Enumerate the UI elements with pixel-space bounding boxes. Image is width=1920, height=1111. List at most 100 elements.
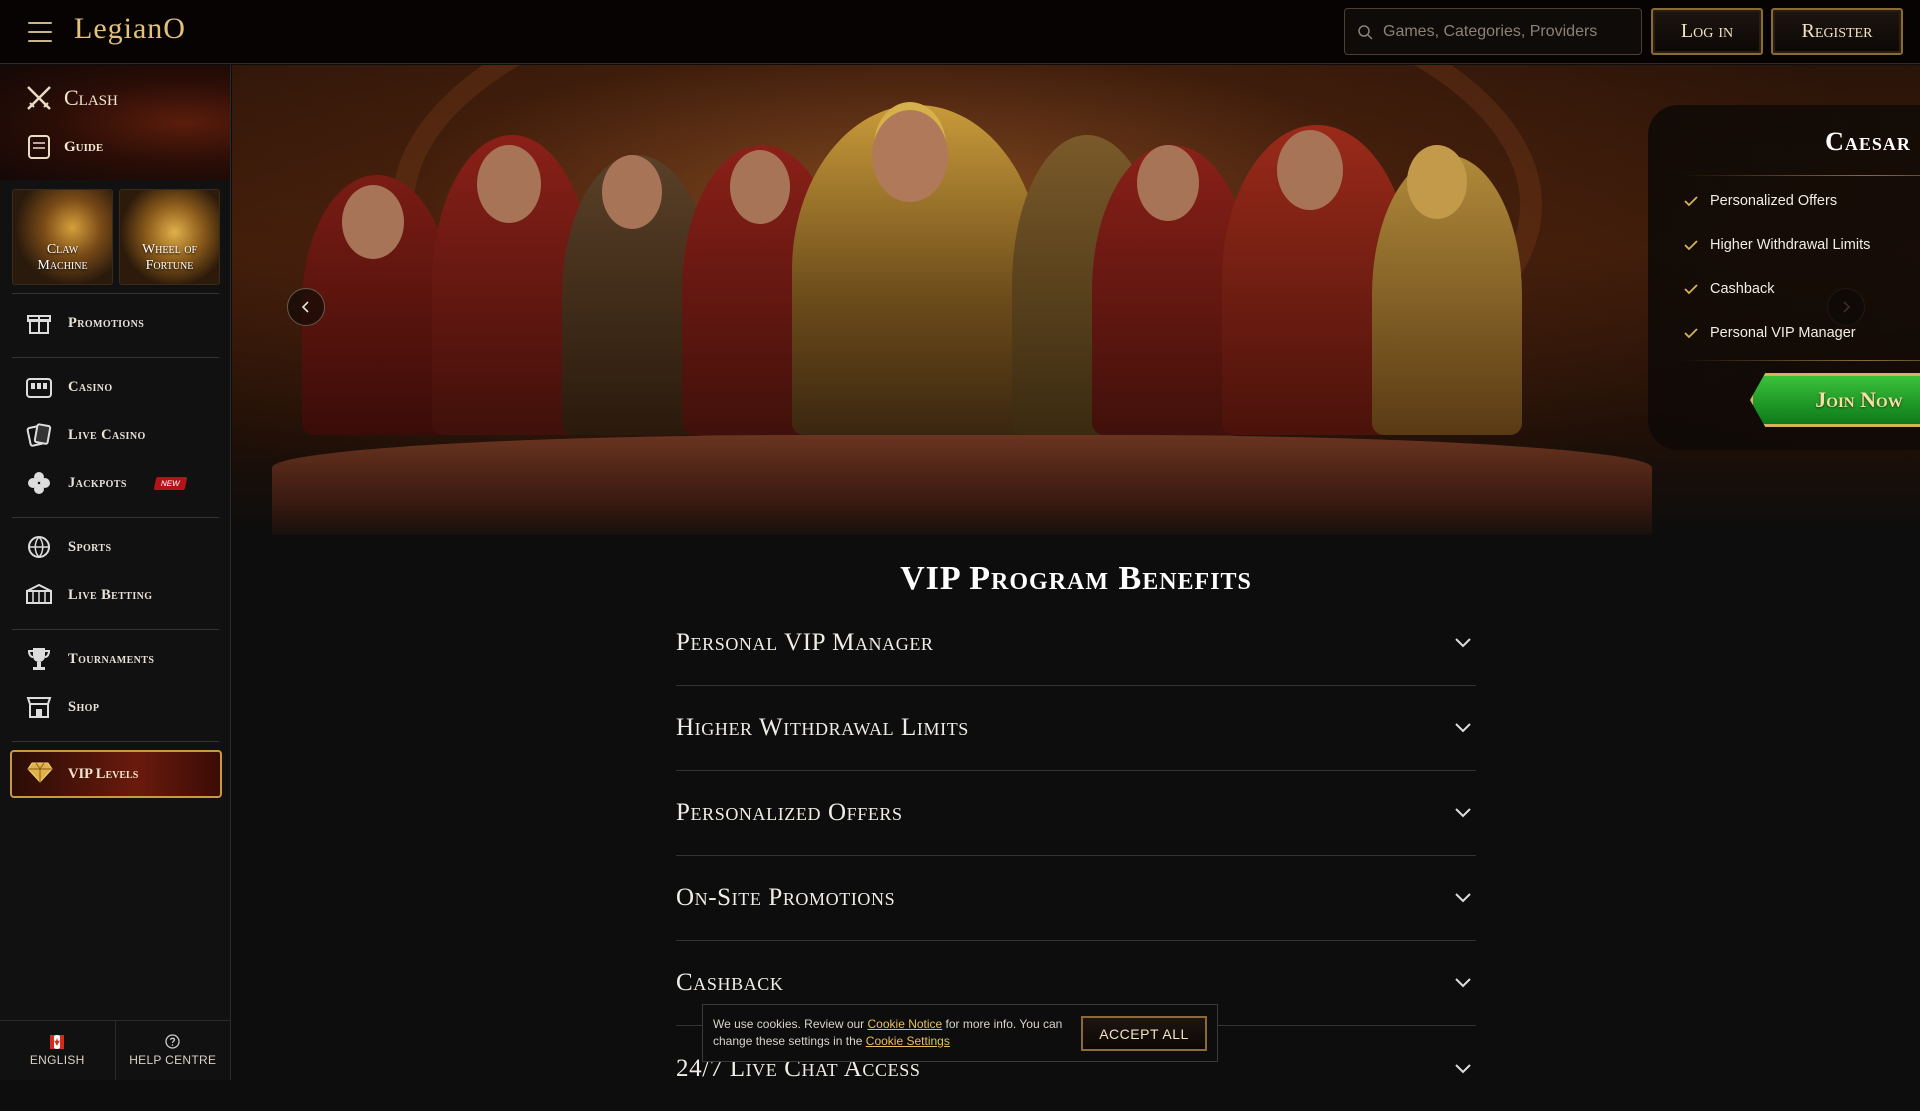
- sidebar-item-label: Tournaments: [68, 650, 155, 667]
- claw-machine-label: Claw Machine: [37, 241, 88, 273]
- cookie-settings-link[interactable]: Cookie Settings: [866, 1034, 950, 1048]
- login-button[interactable]: Log in: [1651, 8, 1763, 55]
- sidebar-item-label: Jackpots: [68, 474, 127, 491]
- sidebar-item-label: Casino: [68, 378, 113, 395]
- help-icon: [165, 1034, 180, 1049]
- accordion-item[interactable]: Higher Withdrawal Limits: [676, 686, 1476, 771]
- divider: [12, 517, 219, 518]
- ornament-divider: [1680, 360, 1920, 361]
- clash-label: Clash: [64, 85, 118, 110]
- help-label: HELP CENTRE: [129, 1053, 217, 1067]
- divider: [12, 357, 219, 358]
- guide-label: Guide: [64, 138, 104, 155]
- hero-banner: Caesar Personalized Offers Higher Withdr…: [232, 65, 1920, 535]
- new-badge: NEW: [153, 476, 187, 490]
- register-button[interactable]: Register: [1771, 8, 1903, 55]
- sidebar-item-shop[interactable]: Shop: [24, 687, 214, 727]
- accordion-label: Higher Withdrawal Limits: [676, 714, 969, 741]
- site-logo[interactable]: LegianO: [74, 12, 186, 46]
- help-centre-button[interactable]: HELP CENTRE: [114, 1021, 231, 1080]
- chevron-down-icon: [1455, 978, 1471, 988]
- scroll-icon: [28, 135, 50, 159]
- perk-item: Cashback: [1684, 281, 1774, 297]
- shop-icon: [24, 692, 54, 722]
- sidebar-item-sports[interactable]: Sports: [24, 527, 214, 567]
- vip-level-panel: Caesar Personalized Offers Higher Withdr…: [1648, 105, 1920, 450]
- cards-icon: [24, 420, 54, 450]
- search-box[interactable]: [1344, 8, 1642, 55]
- perk-label: Personalized Offers: [1710, 193, 1838, 209]
- divider: [12, 293, 219, 294]
- accordion-label: On-Site Promotions: [676, 884, 896, 911]
- chevron-left-icon: [301, 301, 309, 313]
- join-now-button[interactable]: Join Now: [1750, 373, 1920, 427]
- slot-machine-icon: [24, 372, 54, 402]
- feature-tiles: Claw Machine Wheel of Fortune: [12, 189, 220, 285]
- perk-item: Personal VIP Manager: [1684, 325, 1856, 341]
- sidebar-item-label: Shop: [68, 698, 100, 715]
- sidebar-item-jackpots[interactable]: Jackpots NEW: [24, 463, 214, 503]
- hero-map-table: [272, 435, 1652, 535]
- clash-link[interactable]: Clash: [24, 83, 118, 113]
- accordion-item[interactable]: Personal VIP Manager: [676, 601, 1476, 686]
- crossed-swords-icon: [27, 86, 51, 110]
- benefits-title: VIP Program Benefits: [900, 560, 1252, 597]
- sidebar-item-live-betting[interactable]: Live Betting: [24, 575, 214, 615]
- search-icon: [1358, 24, 1373, 40]
- claw-machine-tile[interactable]: Claw Machine: [12, 189, 113, 285]
- wheel-of-fortune-label: Wheel of Fortune: [141, 241, 198, 273]
- accordion-item[interactable]: On-Site Promotions: [676, 856, 1476, 941]
- sidebar-item-casino[interactable]: Casino: [24, 367, 214, 407]
- chevron-down-icon: [1455, 1063, 1471, 1073]
- perk-item: Higher Withdrawal Limits: [1684, 237, 1870, 253]
- sidebar-item-label: VIP Levels: [68, 765, 139, 782]
- check-icon: [1684, 196, 1698, 207]
- ball-icon: [24, 532, 54, 562]
- sidebar-item-label: Live Casino: [68, 426, 146, 443]
- accordion-label: Cashback: [676, 969, 784, 996]
- cookie-notice-link[interactable]: Cookie Notice: [868, 1017, 943, 1031]
- search-input[interactable]: [1383, 22, 1623, 41]
- stadium-icon: [24, 580, 54, 610]
- perk-item: Personalized Offers: [1684, 193, 1837, 209]
- chevron-down-icon: [1455, 893, 1471, 903]
- ornament-divider: [1680, 175, 1920, 176]
- accordion-label: Personalized Offers: [676, 799, 903, 826]
- hamburger-menu-icon[interactable]: [28, 22, 52, 42]
- chevron-down-icon: [1455, 638, 1471, 648]
- perk-label: Personal VIP Manager: [1710, 325, 1856, 341]
- accordion-label: Personal VIP Manager: [676, 629, 934, 656]
- vip-level-title: Caesar: [1825, 127, 1911, 156]
- check-icon: [1684, 240, 1698, 251]
- perk-label: Cashback: [1710, 281, 1775, 297]
- sidebar-item-promotions[interactable]: Promotions: [24, 303, 214, 343]
- cookie-message: We use cookies. Review our Cookie Notice…: [713, 1017, 1063, 1048]
- divider: [12, 629, 219, 630]
- check-icon: [1684, 328, 1698, 339]
- accordion-item[interactable]: Personalized Offers: [676, 771, 1476, 856]
- guide-link[interactable]: Guide: [24, 133, 103, 161]
- language-selector[interactable]: ENGLISH: [0, 1021, 115, 1080]
- carousel-prev-button[interactable]: [287, 288, 325, 326]
- clash-banner: Clash Guide: [0, 65, 230, 180]
- cookie-banner: We use cookies. Review our Cookie Notice…: [702, 1004, 1218, 1062]
- divider: [12, 741, 219, 742]
- sidebar-item-vip-levels[interactable]: VIP Levels: [10, 750, 222, 798]
- chevron-down-icon: [1455, 723, 1471, 733]
- perk-label: Higher Withdrawal Limits: [1710, 237, 1871, 253]
- sidebar-item-tournaments[interactable]: Tournaments: [24, 639, 214, 679]
- sidebar-item-label: Live Betting: [68, 586, 153, 603]
- sidebar-item-label: Promotions: [68, 314, 145, 331]
- chevron-down-icon: [1455, 808, 1471, 818]
- top-header: LegianO Log in Register: [0, 0, 1920, 64]
- trophy-icon: [24, 644, 54, 674]
- check-icon: [1684, 284, 1698, 295]
- sidebar-footer: ENGLISH HELP CENTRE: [0, 1020, 230, 1080]
- gift-icon: [24, 308, 54, 338]
- diamond-icon: [26, 760, 54, 789]
- accept-all-button[interactable]: ACCEPT ALL: [1081, 1016, 1207, 1051]
- flag-icon: [50, 1034, 65, 1049]
- sidebar-item-live-casino[interactable]: Live Casino: [24, 415, 214, 455]
- language-label: ENGLISH: [29, 1052, 85, 1067]
- wheel-of-fortune-tile[interactable]: Wheel of Fortune: [119, 189, 220, 285]
